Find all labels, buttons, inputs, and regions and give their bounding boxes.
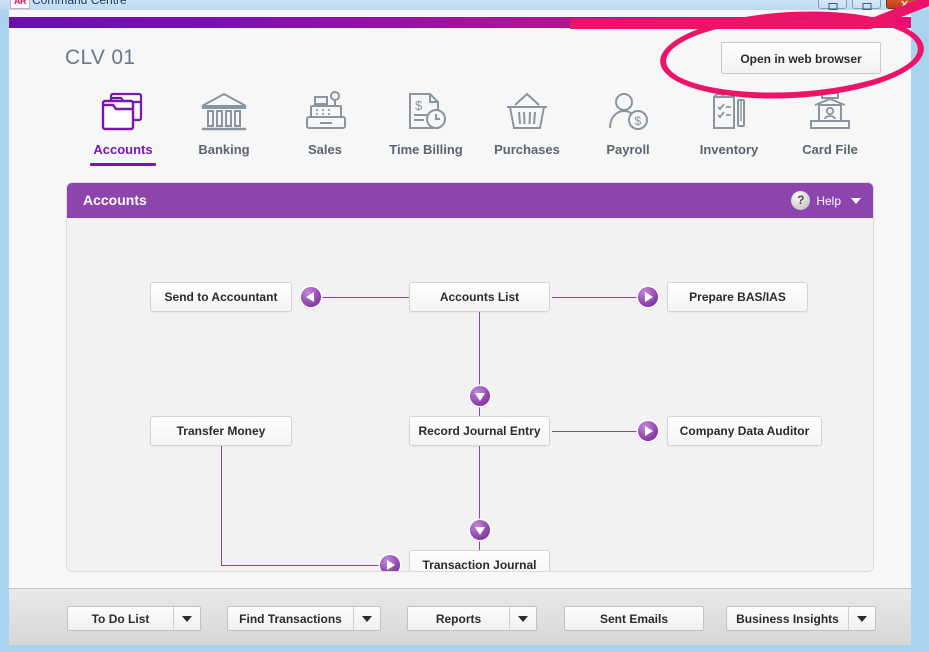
person-dollar-icon: $ [578, 86, 678, 136]
clipboard-pen-icon [679, 86, 779, 136]
app-logo-icon: AR [10, 0, 30, 9]
flow-button-prepare-bas-ias[interactable]: Prepare BAS/IAS [667, 282, 808, 312]
nav-tab-time-billing[interactable]: $ Time Billing [376, 86, 476, 157]
folders-icon [73, 86, 173, 136]
nav-tab-purchases[interactable]: Purchases [477, 86, 577, 157]
toolbar-button-label: Find Transactions [239, 611, 342, 626]
toolbar-button-sent-emails[interactable]: Sent Emails [564, 606, 704, 631]
chevron-down-icon[interactable] [851, 197, 861, 204]
toolbar-button-business-insights[interactable]: Business Insights [726, 606, 876, 631]
close-icon: ✕ [900, 0, 910, 10]
flow-button-record-journal-entry[interactable]: Record Journal Entry [409, 416, 550, 446]
nav-tab-card-file[interactable]: Card File [780, 86, 880, 157]
nav-label: Inventory [699, 142, 759, 157]
arrow-left-icon-send-to-accountant[interactable] [301, 287, 321, 307]
chevron-down-icon [182, 615, 192, 622]
arrow-down-icon-journal-entry[interactable] [470, 386, 490, 406]
basket-icon [477, 86, 577, 136]
window-title: Command Centre [32, 0, 127, 7]
connector-accountslist-to-journalentry [479, 312, 480, 432]
business-insights-dropdown[interactable] [848, 607, 875, 630]
nav-tab-inventory[interactable]: Inventory [679, 86, 779, 157]
window-titlebar: AR Command Centre ✕ [0, 0, 929, 10]
page-title: CLV 01 [65, 46, 136, 69]
bottom-toolbar: To Do List Find Transactions Reports Sen… [9, 588, 911, 645]
nav-label: Banking [198, 142, 250, 157]
open-in-web-browser-button[interactable]: Open in web browser [721, 42, 881, 74]
help-label: Help [816, 193, 841, 208]
nav-label: Card File [802, 142, 858, 157]
application-window: AR Command Centre ✕ CLV 01 Open in web b… [0, 0, 929, 652]
card-tray-icon [780, 86, 880, 136]
connector-transfermoney-vertical [221, 446, 222, 565]
close-button[interactable]: ✕ [886, 0, 923, 10]
svg-text:$: $ [635, 114, 642, 128]
connector-journalentry-to-auditor [552, 431, 647, 432]
svg-text:$: $ [415, 98, 423, 113]
bank-icon [174, 86, 274, 136]
arrow-right-icon-prepare-bas[interactable] [638, 287, 658, 307]
minimize-icon [828, 3, 837, 10]
panel-title: Accounts [83, 192, 147, 208]
workflow-diagram: Send to Accountant Accounts List Prepare… [67, 218, 873, 571]
reports-dropdown[interactable] [509, 607, 536, 630]
panel-header: Accounts ? Help [67, 183, 873, 218]
nav-tab-sales[interactable]: Sales [275, 86, 375, 157]
nav-label: Time Billing [389, 142, 463, 157]
arrow-down-icon-transaction-journal[interactable] [470, 520, 490, 540]
active-tab-underline [90, 163, 156, 166]
flow-button-transaction-journal[interactable]: Transaction Journal [409, 550, 550, 571]
to-do-list-dropdown[interactable] [173, 607, 200, 630]
nav-label: Sales [308, 142, 342, 157]
connector-transfermoney-horizontal [221, 565, 389, 566]
flow-button-transfer-money[interactable]: Transfer Money [150, 416, 292, 446]
connector-accountslist-to-preparebas [552, 297, 647, 298]
nav-tab-payroll[interactable]: $ Payroll [578, 86, 678, 157]
arrow-right-icon-company-data-auditor[interactable] [638, 421, 658, 441]
flow-button-send-to-accountant[interactable]: Send to Accountant [150, 282, 292, 312]
toolbar-button-reports[interactable]: Reports [407, 606, 537, 631]
toolbar-button-label: Sent Emails [599, 611, 669, 626]
toolbar-button-label: Reports [435, 611, 482, 626]
toolbar-button-label: Business Insights [736, 611, 839, 626]
flow-button-company-data-auditor[interactable]: Company Data Auditor [667, 416, 822, 446]
nav-label: Payroll [606, 142, 650, 157]
chevron-down-icon [857, 615, 867, 622]
chevron-down-icon [518, 615, 528, 622]
connector-journalentry-to-transactionjournal [479, 446, 480, 566]
arrow-right-icon-transaction-journal[interactable] [380, 555, 400, 571]
nav-label: Purchases [494, 142, 560, 157]
nav-tab-accounts[interactable]: Accounts [73, 86, 173, 166]
maximize-button[interactable] [852, 0, 881, 10]
maximize-icon [862, 3, 871, 10]
help-menu[interactable]: ? Help [791, 191, 861, 210]
help-icon[interactable]: ? [791, 191, 811, 210]
cash-register-icon [275, 86, 375, 136]
toolbar-button-find-transactions[interactable]: Find Transactions [227, 606, 381, 631]
accounts-panel: Accounts ? Help Send to Accountant Accou… [66, 182, 874, 572]
toolbar-button-to-do-list[interactable]: To Do List [67, 606, 201, 631]
nav-tab-banking[interactable]: Banking [174, 86, 274, 157]
find-transactions-dropdown[interactable] [353, 607, 380, 630]
connector-accountslist-to-sendaccountant [316, 297, 410, 298]
brand-gradient-bar [9, 17, 911, 28]
minimize-button[interactable] [818, 0, 847, 10]
invoice-clock-icon: $ [376, 86, 476, 136]
client-area: CLV 01 Open in web browser Accounts Bank… [9, 10, 911, 645]
chevron-down-icon [362, 615, 372, 622]
flow-button-accounts-list[interactable]: Accounts List [409, 282, 550, 312]
command-centre-nav: Accounts Banking Sales $ Time Billing Pu… [69, 86, 889, 172]
toolbar-button-label: To Do List [91, 611, 150, 626]
nav-label: Accounts [93, 142, 153, 157]
